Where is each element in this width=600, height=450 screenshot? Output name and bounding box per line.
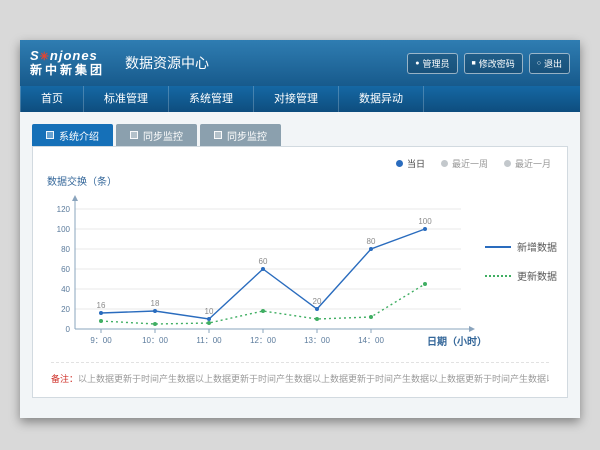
svg-text:60: 60 bbox=[259, 257, 268, 266]
tab-system-intro[interactable]: 系统介绍 bbox=[32, 124, 113, 146]
svg-text:10：00: 10：00 bbox=[142, 336, 168, 345]
admin-button-label: 管理员 bbox=[422, 57, 449, 70]
filter-last-month-label: 最近一月 bbox=[515, 157, 551, 170]
nav-item-data-change[interactable]: 数据异动 bbox=[339, 86, 424, 112]
svg-text:100: 100 bbox=[57, 225, 71, 234]
change-password-button[interactable]: ■ 修改密码 bbox=[464, 53, 523, 74]
svg-text:18: 18 bbox=[151, 299, 160, 308]
svg-text:9：00: 9：00 bbox=[90, 336, 112, 345]
tab-label: 系统介绍 bbox=[59, 128, 99, 143]
svg-text:40: 40 bbox=[61, 285, 70, 294]
logout-label: 退出 bbox=[544, 57, 562, 70]
top-bar: S✳njones 新中新集团 数据资源中心 ● 管理员 ■ 修改密码 ○ 退出 bbox=[20, 40, 580, 86]
brand-letter: S bbox=[30, 48, 40, 63]
svg-text:12：00: 12：00 bbox=[250, 336, 276, 345]
nav-item-home[interactable]: 首页 bbox=[20, 86, 84, 112]
brand-letters: njones bbox=[50, 48, 98, 63]
footnote-label: 备注： bbox=[51, 374, 78, 384]
svg-text:120: 120 bbox=[57, 205, 71, 214]
svg-text:10: 10 bbox=[205, 307, 214, 316]
svg-text:100: 100 bbox=[418, 217, 432, 226]
legend-dot-icon bbox=[396, 160, 403, 167]
legend-dot-icon bbox=[504, 160, 511, 167]
svg-text:60: 60 bbox=[61, 265, 70, 274]
svg-text:80: 80 bbox=[367, 237, 376, 246]
page-title: 数据资源中心 bbox=[125, 53, 209, 73]
series-legend: 新增数据 更新数据 bbox=[485, 239, 557, 283]
legend-new-data-label: 新增数据 bbox=[517, 239, 557, 254]
tab-label: 同步监控 bbox=[143, 128, 183, 143]
brand-wordmark: S✳njones bbox=[30, 49, 105, 63]
tab-icon bbox=[214, 131, 222, 139]
chart-y-axis-label: 数据交换（条） bbox=[47, 173, 117, 188]
content-area: 系统介绍 同步监控 同步监控 当日 bbox=[20, 112, 580, 418]
brand-subtitle: 新中新集团 bbox=[30, 64, 105, 77]
tab-sync-monitor-2[interactable]: 同步监控 bbox=[200, 124, 281, 146]
svg-text:20: 20 bbox=[313, 297, 322, 306]
footnote: 备注：以上数据更新于时间产生数据以上数据更新于时间产生数据以上数据更新于时间产生… bbox=[51, 362, 549, 385]
power-icon: ○ bbox=[537, 60, 541, 67]
chart-container: 0 20 40 60 80 100 120 9：00 10：00 11：00 12：00 13：00 1… bbox=[41, 189, 491, 369]
svg-text:11：00: 11：00 bbox=[196, 336, 222, 345]
chart-x-axis-label: 日期（小时） bbox=[427, 333, 487, 348]
svg-text:80: 80 bbox=[61, 245, 70, 254]
svg-text:13：00: 13：00 bbox=[304, 336, 330, 345]
nav-item-system-mgmt[interactable]: 系统管理 bbox=[169, 86, 254, 112]
tab-icon bbox=[46, 131, 54, 139]
filter-last-week[interactable]: 最近一周 bbox=[441, 157, 488, 170]
period-filter: 当日 最近一周 最近一月 bbox=[396, 157, 551, 170]
chart-panel: 当日 最近一周 最近一月 数据交换（条） 0 20 40 60 80 100 120 9：00… bbox=[32, 146, 568, 398]
svg-text:0: 0 bbox=[66, 325, 71, 334]
solid-line-icon bbox=[485, 246, 511, 248]
legend-item-new-data: 新增数据 bbox=[485, 239, 557, 254]
admin-button[interactable]: ● 管理员 bbox=[407, 53, 457, 74]
filter-last-month[interactable]: 最近一月 bbox=[504, 157, 551, 170]
nav-item-standard-mgmt[interactable]: 标准管理 bbox=[84, 86, 169, 112]
svg-text:14：00: 14：00 bbox=[358, 336, 384, 345]
desktop-background: S✳njones 新中新集团 数据资源中心 ● 管理员 ■ 修改密码 ○ 退出 bbox=[0, 0, 600, 450]
tab-icon bbox=[130, 131, 138, 139]
brand-logo: S✳njones 新中新集团 bbox=[30, 49, 105, 76]
legend-dot-icon bbox=[441, 160, 448, 167]
nav-item-interface-mgmt[interactable]: 对接管理 bbox=[254, 86, 339, 112]
app-window: S✳njones 新中新集团 数据资源中心 ● 管理员 ■ 修改密码 ○ 退出 bbox=[20, 40, 580, 418]
brand-star-icon: ✳ bbox=[40, 51, 50, 63]
svg-text:16: 16 bbox=[97, 301, 106, 310]
main-nav: 首页 标准管理 系统管理 对接管理 数据异动 bbox=[20, 86, 580, 112]
filter-today[interactable]: 当日 bbox=[396, 157, 425, 170]
footnote-text: 以上数据更新于时间产生数据以上数据更新于时间产生数据以上数据更新于时间产生数据以… bbox=[78, 374, 549, 384]
logout-button[interactable]: ○ 退出 bbox=[529, 53, 570, 74]
filter-today-label: 当日 bbox=[407, 157, 425, 170]
legend-updated-data-label: 更新数据 bbox=[517, 268, 557, 283]
svg-text:20: 20 bbox=[61, 305, 70, 314]
tab-label: 同步监控 bbox=[227, 128, 267, 143]
dotted-line-icon bbox=[485, 275, 511, 277]
tab-bar: 系统介绍 同步监控 同步监控 bbox=[32, 124, 568, 146]
filter-last-week-label: 最近一周 bbox=[452, 157, 488, 170]
legend-item-updated-data: 更新数据 bbox=[485, 268, 557, 283]
lock-icon: ■ bbox=[472, 60, 476, 67]
user-icon: ● bbox=[415, 60, 419, 67]
change-password-label: 修改密码 bbox=[479, 57, 515, 70]
line-chart: 0 20 40 60 80 100 120 9：00 10：00 11：00 12：00 13：00 1… bbox=[41, 189, 491, 364]
tab-sync-monitor-1[interactable]: 同步监控 bbox=[116, 124, 197, 146]
user-actions: ● 管理员 ■ 修改密码 ○ 退出 bbox=[407, 53, 570, 74]
